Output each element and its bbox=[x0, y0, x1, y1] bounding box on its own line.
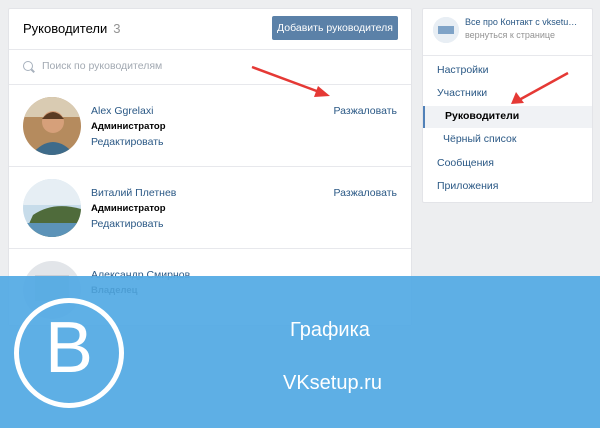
vk-logo: B bbox=[14, 298, 124, 408]
banner-title: Графика bbox=[290, 319, 370, 341]
banner-url: VKsetup.ru bbox=[283, 372, 382, 394]
arrow-to-managers bbox=[511, 71, 569, 104]
logo-letter: B bbox=[44, 308, 94, 388]
arrow-to-demote bbox=[251, 65, 330, 97]
watermark-banner: B Графика VKsetup.ru bbox=[0, 276, 600, 428]
